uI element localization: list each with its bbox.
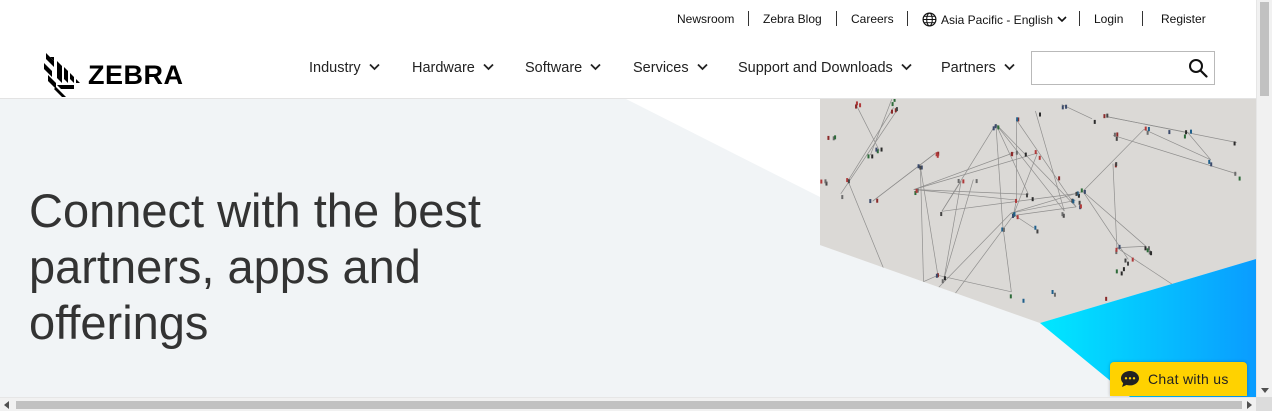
chat-bubble-icon [1121,371,1139,387]
nav-item-label: Hardware [412,60,475,76]
utility-bar: Newsroom Zebra Blog Careers Asia Pacific… [0,0,1256,38]
chevron-down-icon [368,63,380,71]
nav-item-support-and-downloads[interactable]: Support and Downloads [738,60,912,76]
nav-item-services[interactable]: Services [633,60,708,76]
nav-item-label: Services [633,60,689,76]
login-link[interactable]: Login [1094,12,1123,26]
utility-divider [748,11,749,26]
utility-divider [836,11,837,26]
scroll-right-arrow-icon[interactable] [1247,401,1252,409]
chevron-down-icon [1004,63,1015,71]
vertical-scrollbar[interactable] [1256,0,1272,397]
brand-wordmark: ZEBRA [88,59,184,90]
nav-item-label: Partners [941,60,996,76]
region-label: Asia Pacific - English [941,13,1054,27]
zebra-blog-link[interactable]: Zebra Blog [763,12,822,26]
vertical-scroll-thumb[interactable] [1260,2,1269,96]
search-box [1031,51,1215,85]
globe-icon [922,12,937,27]
horizontal-scrollbar[interactable] [0,397,1256,411]
nav-item-label: Software [525,60,583,76]
scrollbar-corner [1256,397,1272,411]
register-link[interactable]: Register [1161,12,1206,26]
chevron-down-icon [1057,16,1067,23]
nav-item-partners[interactable]: Partners [941,60,1015,76]
nav-item-label: Industry [309,60,361,76]
nav-item-hardware[interactable]: Hardware [412,60,494,76]
zebra-logo[interactable]: ZEBRA [44,52,184,98]
nav-item-industry[interactable]: Industry [309,60,380,76]
scroll-left-arrow-icon[interactable] [4,401,9,409]
nav-item-software[interactable]: Software [525,60,601,76]
search-icon[interactable] [1188,58,1208,78]
scroll-down-arrow-icon[interactable] [1261,388,1269,393]
search-input[interactable] [1032,52,1182,84]
chevron-down-icon [696,63,708,71]
hero-title: Connect with the best partners, apps and… [29,184,481,349]
zebra-head-icon [44,53,80,97]
careers-link[interactable]: Careers [851,12,894,26]
nav-item-label: Support and Downloads [738,60,893,76]
hero-banner: Connect with the best partners, apps and… [0,99,1256,397]
newsroom-link[interactable]: Newsroom [677,12,734,26]
horizontal-scroll-thumb[interactable] [16,401,1242,409]
utility-divider [907,11,908,26]
chevron-down-icon [901,63,912,71]
utility-divider [1142,11,1143,26]
chevron-down-icon [483,63,494,71]
region-selector[interactable]: Asia Pacific - English [922,12,1067,27]
chevron-down-icon [590,63,601,71]
chat-label: Chat with us [1148,371,1229,387]
utility-divider [1079,11,1080,26]
chat-button[interactable]: Chat with us [1110,362,1247,396]
